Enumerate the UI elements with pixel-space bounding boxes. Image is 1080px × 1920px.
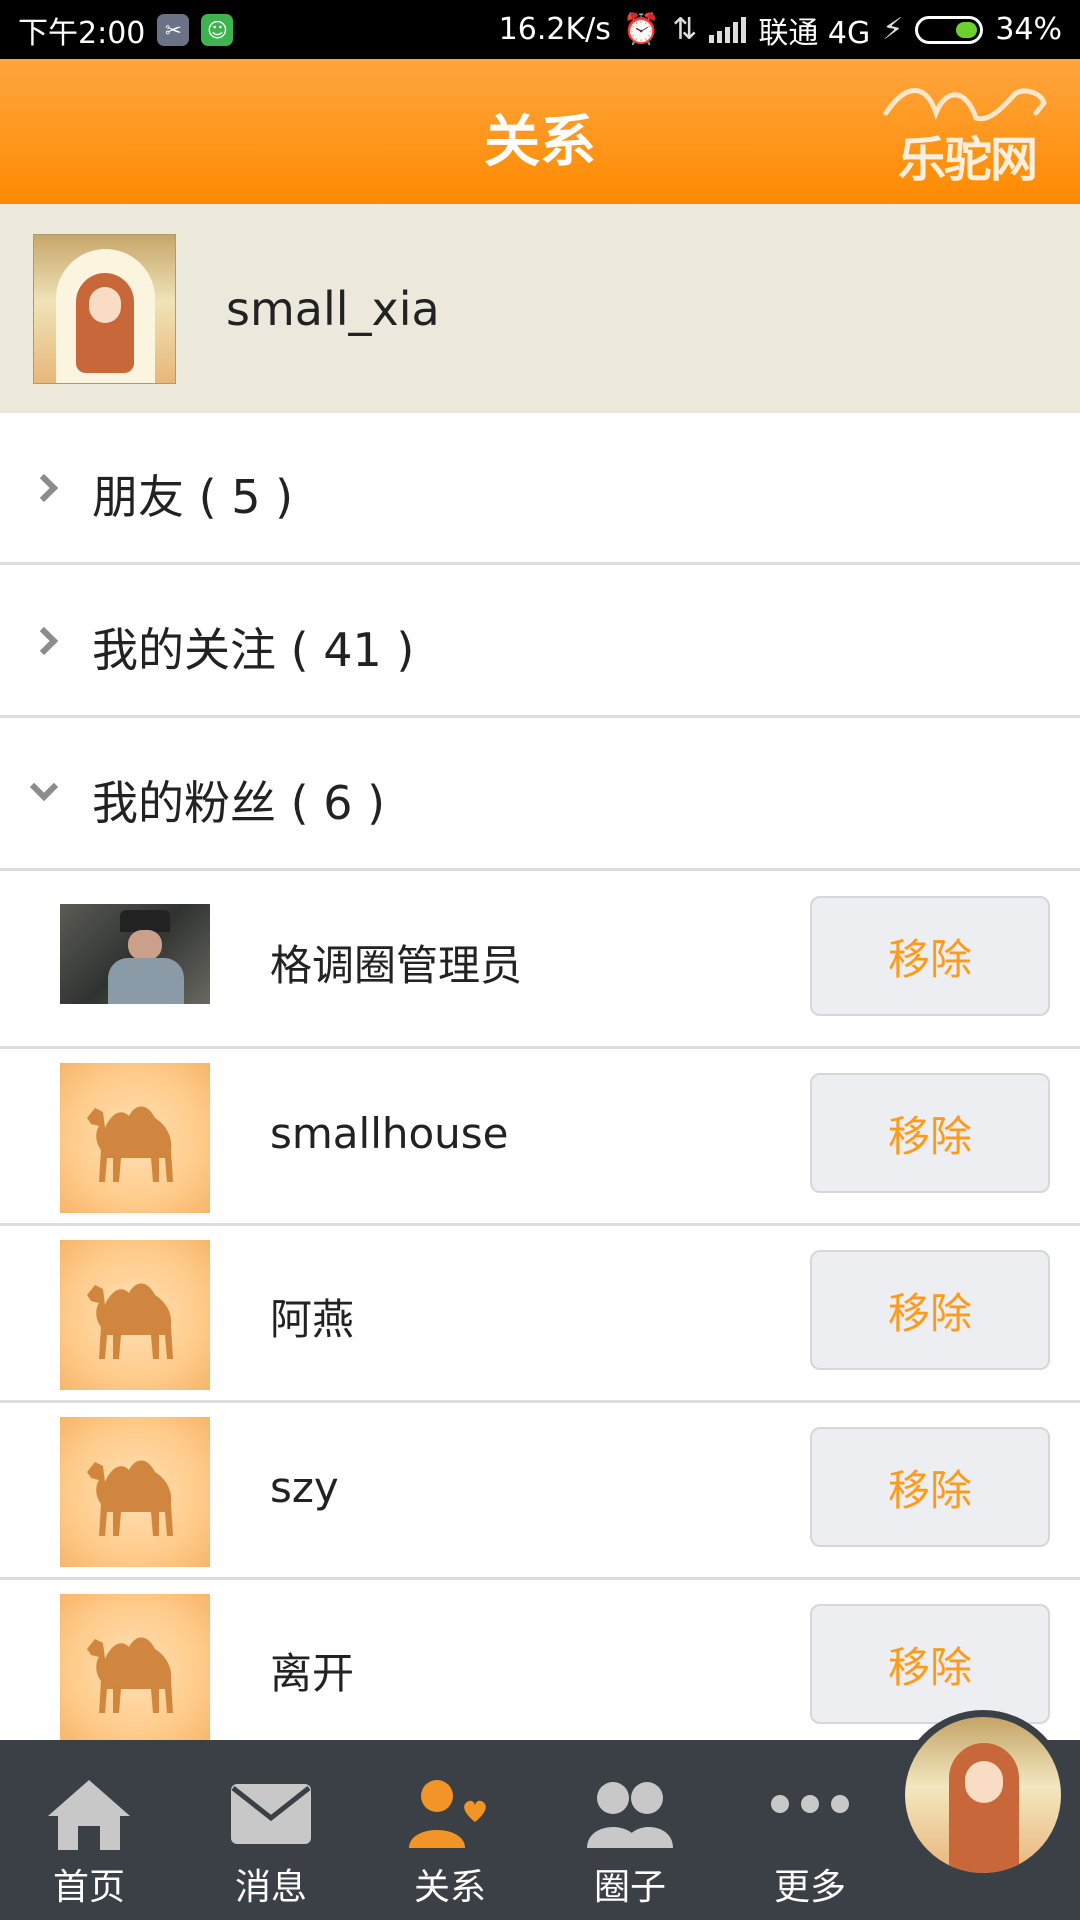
remove-button[interactable]: 移除: [810, 1073, 1050, 1193]
floating-avatar-image: [905, 1717, 1061, 1873]
remove-button[interactable]: 移除: [810, 1604, 1050, 1724]
camel-icon: [87, 1460, 173, 1536]
avatar[interactable]: [60, 1417, 210, 1567]
photo-head: [128, 930, 162, 960]
list-item[interactable]: 格调圈管理员 移除: [0, 872, 1080, 1049]
more-icon: [765, 1774, 855, 1854]
brand-logo-text: 乐驼网: [897, 132, 1038, 188]
group-label: 我的粉丝 ( 6 ): [92, 776, 386, 830]
chevron-right-icon: [29, 473, 59, 503]
avatar-face: [965, 1761, 1003, 1803]
list-item[interactable]: 阿燕 移除: [0, 1226, 1080, 1403]
status-bar: 下午2:00 ✂ ☺ 16.2K/s ⏰ ⇅ 联通 4G ⚡ 34%: [0, 0, 1080, 59]
group-label: 我的关注 ( 41 ): [92, 623, 415, 677]
camel-icon: [87, 1283, 173, 1359]
data-transfer-icon: ⇅: [672, 12, 698, 47]
group-friends[interactable]: 朋友 ( 5 ): [0, 413, 1080, 565]
profile-section[interactable]: small_xia: [0, 204, 1080, 413]
avatar[interactable]: [60, 1594, 210, 1744]
camel-icon: [87, 1106, 173, 1182]
fan-name: 格调圈管理员: [270, 941, 523, 990]
status-time: 下午2:00: [18, 15, 146, 51]
battery-icon: [915, 15, 984, 44]
avatar-face: [89, 287, 121, 323]
nav-label: 更多: [773, 1867, 846, 1908]
nav-relations[interactable]: 关系: [375, 1740, 525, 1920]
fan-name: smallhouse: [270, 1109, 509, 1158]
profile-username: small_xia: [226, 282, 440, 336]
camel-icon: [87, 1637, 173, 1713]
relation-icon: [405, 1774, 495, 1854]
nav-label: 消息: [234, 1867, 307, 1908]
profile-avatar[interactable]: [33, 234, 176, 384]
status-right: 16.2K/s ⏰ ⇅ 联通 4G ⚡ 34%: [499, 8, 1062, 52]
avatar[interactable]: [60, 904, 210, 1004]
home-icon: [44, 1774, 134, 1854]
photo-body: [108, 958, 184, 1004]
android-app-icon: ☺: [201, 13, 234, 46]
carrier-label: 联通 4G: [758, 15, 871, 51]
scissors-app-icon: ✂: [157, 13, 190, 46]
battery-fill: [956, 21, 978, 38]
chevron-down-icon: [29, 772, 59, 802]
nav-messages[interactable]: 消息: [196, 1740, 346, 1920]
group-following[interactable]: 我的关注 ( 41 ): [0, 566, 1080, 718]
avatar[interactable]: [60, 1063, 210, 1213]
photo-hat: [120, 910, 170, 932]
group-icon: [585, 1774, 675, 1854]
nav-home[interactable]: 首页: [14, 1740, 164, 1920]
nav-label: 首页: [52, 1867, 125, 1908]
nav-circles[interactable]: 圈子: [555, 1740, 705, 1920]
chevron-right-icon: [29, 626, 59, 656]
remove-button[interactable]: 移除: [810, 1250, 1050, 1370]
fan-name: 阿燕: [270, 1295, 355, 1344]
app-header: 关系 乐驼网: [0, 59, 1080, 204]
nav-more[interactable]: 更多: [735, 1740, 885, 1920]
group-label: 朋友 ( 5 ): [92, 470, 294, 524]
remove-button[interactable]: 移除: [810, 1427, 1050, 1547]
nav-label: 关系: [413, 1867, 486, 1908]
floating-avatar-button[interactable]: [898, 1710, 1068, 1880]
group-fans[interactable]: 我的粉丝 ( 6 ): [0, 719, 1080, 871]
fan-name: szy: [270, 1463, 339, 1512]
alarm-icon: ⏰: [622, 12, 661, 47]
status-left: 下午2:00 ✂ ☺: [18, 8, 234, 52]
fan-name: 离开: [270, 1649, 355, 1698]
remove-button[interactable]: 移除: [810, 896, 1050, 1016]
nav-label: 圈子: [593, 1867, 666, 1908]
network-speed: 16.2K/s: [498, 12, 611, 47]
battery-percent: 34%: [995, 12, 1062, 47]
list-item[interactable]: szy 移除: [0, 1403, 1080, 1580]
charging-icon: ⚡: [882, 12, 904, 47]
signal-icon: [709, 16, 747, 43]
list-item[interactable]: smallhouse 移除: [0, 1049, 1080, 1226]
list-item[interactable]: 离开 移除: [0, 1580, 1080, 1757]
mail-icon: [226, 1774, 316, 1854]
avatar[interactable]: [60, 1240, 210, 1390]
